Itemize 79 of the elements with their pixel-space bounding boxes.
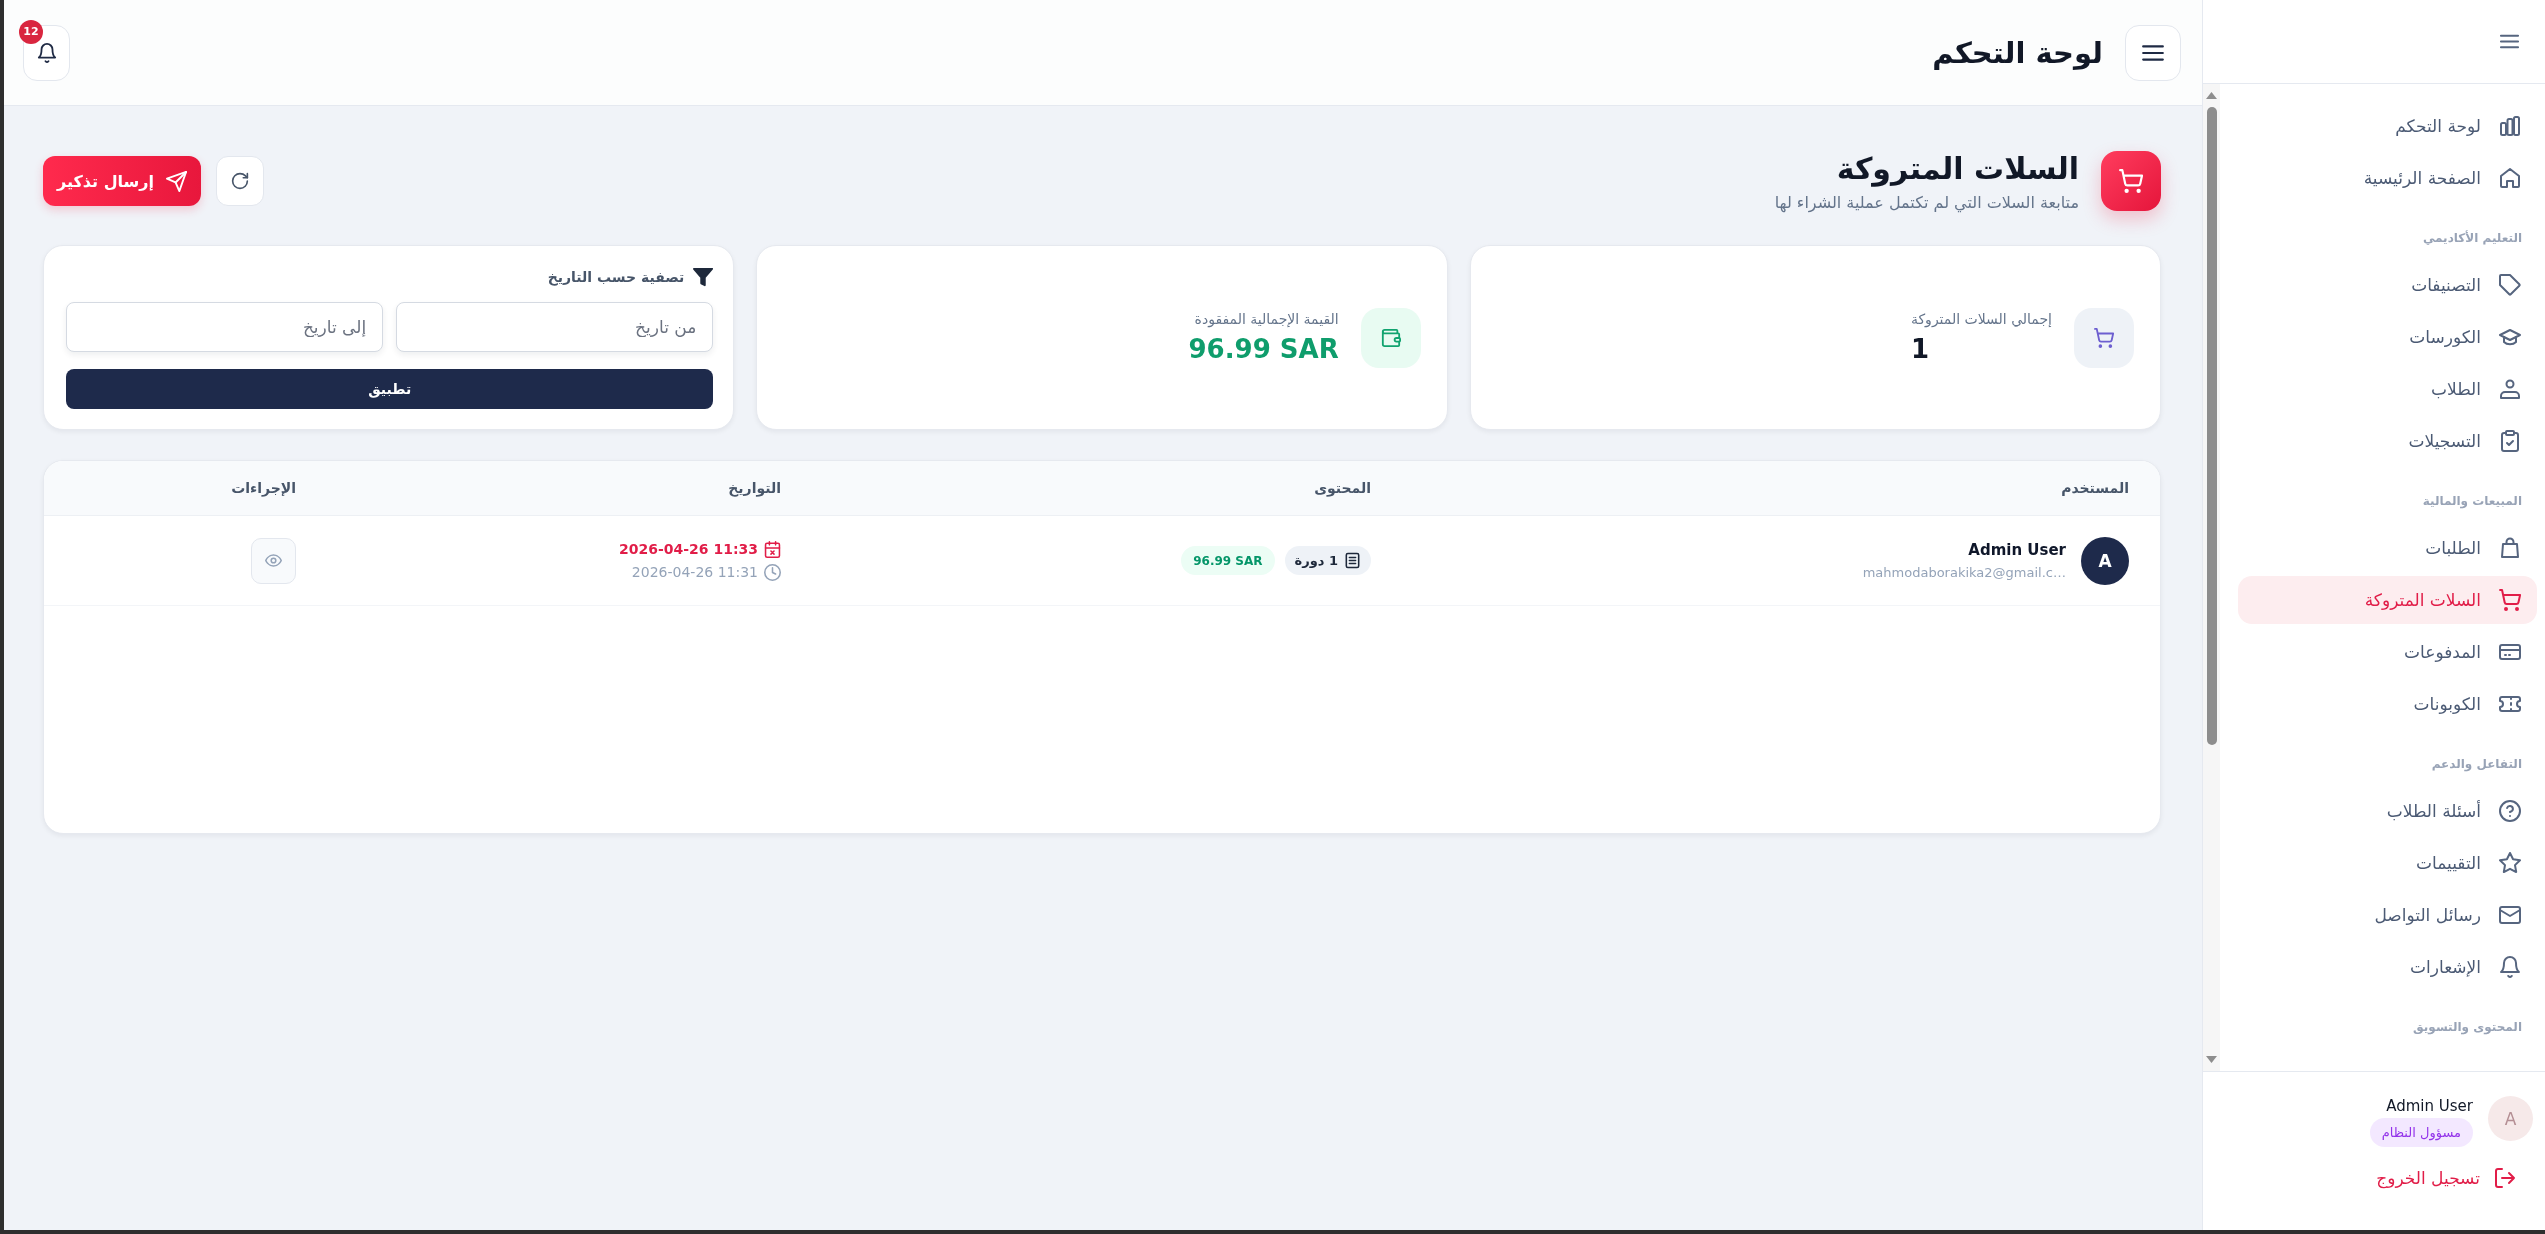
date-text: 2026-04-26 11:31 [631, 564, 758, 580]
sidebar-item[interactable]: الطلاب [2238, 365, 2537, 413]
clipboard-check-icon [2499, 430, 2521, 452]
date-field[interactable]: من تاريخ [396, 302, 714, 352]
sidebar-section-label: التفاعل والدعم [2431, 756, 2522, 773]
role-badge: مسؤول النظام [2369, 1118, 2473, 1147]
person-icon [2499, 378, 2521, 400]
question-icon [2499, 800, 2521, 822]
sidebar-item[interactable]: الطلبات [2238, 524, 2537, 572]
section-subtitle: متابعة السلات التي لم تكتمل عملية الشراء لها [1774, 192, 2079, 212]
sidebar-section-label: المبيعات والمالية [2422, 493, 2522, 510]
list-icon [1344, 552, 1361, 569]
scroll-down-icon[interactable] [2206, 1056, 2217, 1063]
column-header: الإجراءات [230, 480, 297, 496]
clock-icon [764, 563, 781, 581]
sidebar-item[interactable]: الصفحة الرئيسية [2238, 154, 2537, 202]
refresh-icon [231, 172, 249, 190]
sidebar-section-label: المحتوى والتسويق [2413, 1019, 2522, 1036]
graduation-cap-icon [2499, 326, 2521, 348]
column-header: المحتوى [1313, 480, 1372, 496]
column-header: التواريخ [727, 480, 782, 496]
items-badge: 1 دورة [1284, 546, 1371, 575]
paper-plane-icon [165, 170, 187, 192]
eye-icon [265, 552, 282, 569]
page-title: لوحة التحكم [1932, 35, 2103, 70]
sidebar-item[interactable]: الكوبونات [2238, 680, 2537, 728]
cart-icon [2074, 307, 2134, 368]
send-reminder-button[interactable]: إرسال تذكير [43, 156, 201, 206]
stat-value: 1 [1910, 332, 1931, 365]
sidebar-item[interactable]: أسئلة الطلاب [2238, 787, 2537, 835]
filter-title: تصفية حسب التاريخ [547, 269, 685, 285]
shopping-bag-icon [2499, 537, 2521, 559]
sidebar-item[interactable]: التقييمات [2238, 839, 2537, 887]
stat-label: إجمالي السلات المتروكة [1910, 310, 2052, 327]
section-title: السلات المتروكة [1835, 150, 2079, 187]
sidebar-item[interactable]: المدفوعات [2238, 628, 2537, 676]
star-icon [2499, 852, 2521, 874]
filter-icon [693, 267, 714, 287]
ticket-icon [2499, 693, 2521, 715]
chart-icon [2499, 115, 2521, 137]
user-avatar: A [2488, 1096, 2533, 1141]
sidebar-item[interactable]: لوحة التحكم [2238, 102, 2537, 150]
bell-icon [2499, 956, 2521, 978]
sidebar-item[interactable]: الإشعارات [2238, 943, 2537, 991]
scrollbar[interactable] [2203, 84, 2220, 1071]
cart-icon [2499, 589, 2521, 611]
wallet-icon [1360, 307, 1421, 368]
sidebar-item[interactable]: السلات المتروكة [2238, 576, 2537, 624]
logout-icon [2494, 1167, 2516, 1189]
notification-badge: 12 [19, 19, 43, 44]
stat-label: القيمة الإجمالية المفقودة [1193, 310, 1339, 327]
sidebar-section-label: التعليم الأكاديمي [2422, 229, 2522, 247]
user-avatar: A [2081, 536, 2129, 585]
total-badge: 96.99 SAR [1181, 546, 1275, 575]
cart-icon [2101, 151, 2161, 211]
user-name: Admin User [1968, 541, 2066, 559]
date-field[interactable]: إلى تاريخ [66, 302, 384, 352]
stat-value: 96.99 SAR [1188, 332, 1339, 365]
calendar-x-icon [764, 540, 781, 558]
user-name: Admin User [2386, 1096, 2473, 1116]
apply-button[interactable]: تطبيق [66, 369, 714, 409]
refresh-button[interactable] [216, 156, 264, 206]
scroll-up-icon[interactable] [2206, 92, 2217, 99]
envelope-icon [2499, 904, 2521, 926]
sidebar-item[interactable]: الكورسات [2238, 313, 2537, 361]
column-header: المستخدم [2060, 480, 2130, 496]
sidebar-item[interactable]: التسجيلات [2238, 417, 2537, 465]
menu-button[interactable] [2125, 24, 2181, 81]
tag-icon [2499, 274, 2521, 296]
date-text: 2026-04-26 11:33 [619, 541, 758, 557]
credit-card-icon [2499, 641, 2521, 663]
bell-icon [36, 42, 57, 63]
sidebar-item[interactable]: رسائل التواصل [2238, 891, 2537, 939]
user-email: mahmodaborakika2@gmail.c… [1862, 565, 2066, 580]
view-button[interactable] [251, 537, 296, 584]
scrollbar-thumb[interactable] [2206, 107, 2217, 745]
logout-link[interactable]: تسجيل الخروج [2376, 1167, 2516, 1189]
home-icon [2499, 167, 2521, 189]
sidebar-item[interactable]: التصنيفات [2238, 261, 2537, 309]
